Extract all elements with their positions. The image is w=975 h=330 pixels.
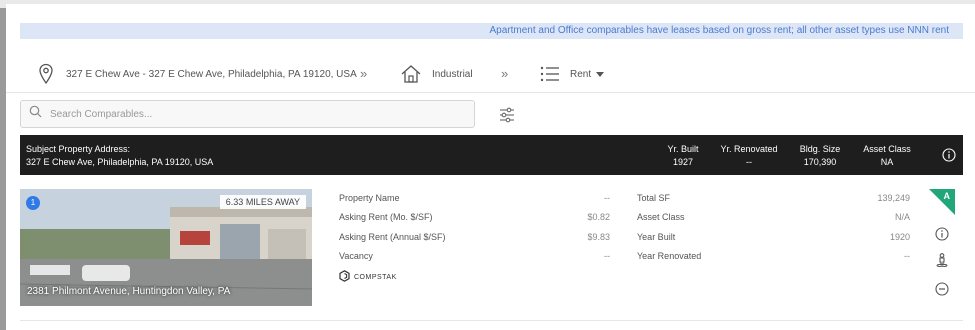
comparable-address: 2381 Philmont Avenue, Huntingdon Valley,…	[27, 286, 231, 297]
comparable-card[interactable]: 1 6.33 MILES AWAY 2381 Philmont Avenue, …	[20, 189, 963, 311]
field-label: Asking Rent (Annual $/SF)	[339, 232, 446, 242]
comparables-modal: Apartment and Office comparables have le…	[6, 4, 975, 330]
field-value: --	[604, 193, 610, 203]
subject-address-block: Subject Property Address: 327 E Chew Ave…	[26, 143, 213, 169]
field-value: $0.82	[587, 212, 610, 222]
remove-icon[interactable]	[935, 282, 949, 296]
field-value: --	[604, 251, 610, 261]
breadcrumb-address[interactable]: 327 E Chew Ave - 327 E Chew Ave, Philade…	[38, 59, 357, 89]
search-icon	[29, 105, 42, 123]
search-input[interactable]	[50, 108, 450, 120]
divider	[6, 92, 975, 93]
breadcrumb-separator: »	[501, 66, 509, 81]
field-label: Year Renovated	[637, 251, 702, 261]
filter-settings-icon[interactable]	[498, 106, 516, 124]
compstak-hex-icon	[339, 270, 350, 284]
grade-badge: A	[929, 189, 955, 215]
field-label: Total SF	[637, 193, 671, 203]
breadcrumb-address-label: 327 E Chew Ave - 327 E Chew Ave, Philade…	[66, 68, 357, 80]
field-value: --	[904, 251, 910, 261]
info-icon[interactable]	[935, 227, 949, 241]
breadcrumb-separator: »	[360, 66, 368, 81]
stat-value: NA	[880, 157, 894, 167]
rent-mode-label: Rent	[570, 68, 592, 80]
street-view-icon[interactable]	[935, 253, 949, 268]
field-label: Asset Class	[637, 212, 685, 222]
breadcrumb-property-type[interactable]: Industrial	[400, 59, 473, 89]
home-icon	[400, 64, 422, 84]
breadcrumb: 327 E Chew Ave - 327 E Chew Ave, Philade…	[20, 59, 963, 89]
field-value: 1920	[889, 232, 910, 242]
subject-heading: Subject Property Address:	[26, 144, 131, 154]
subject-stat-asset-class: Asset Class NA	[842, 143, 932, 169]
compstak-logo: COMPSTAK	[339, 270, 397, 284]
search-box	[20, 100, 475, 128]
info-icon[interactable]	[942, 148, 956, 162]
rent-mode-dropdown[interactable]: Rent	[540, 59, 605, 89]
grade-label: A	[943, 191, 951, 201]
field-label: Property Name	[339, 193, 400, 203]
list-icon	[540, 66, 560, 82]
field-value: N/A	[894, 212, 910, 222]
field-label: Year Built	[637, 232, 676, 242]
subject-address: 327 E Chew Ave, Philadelphia, PA 19120, …	[26, 157, 214, 167]
compstak-label: COMPSTAK	[354, 273, 397, 281]
field-label: Vacancy	[339, 251, 373, 261]
field-label: Asking Rent (Mo. $/SF)	[339, 212, 433, 222]
divider	[20, 320, 963, 321]
stat-label: Asset Class	[863, 144, 911, 154]
distance-badge: 6.33 MILES AWAY	[219, 195, 306, 209]
breadcrumb-property-type-label: Industrial	[432, 68, 473, 80]
field-value: 139,249	[877, 193, 910, 203]
location-pin-icon	[38, 63, 54, 85]
property-photo[interactable]: 1 6.33 MILES AWAY 2381 Philmont Avenue, …	[20, 189, 312, 306]
caret-down-icon	[596, 71, 605, 77]
field-value: $9.83	[587, 232, 610, 242]
comparable-index-badge: 1	[26, 196, 40, 210]
rent-basis-banner: Apartment and Office comparables have le…	[20, 23, 963, 39]
subject-property-bar: Subject Property Address: 327 E Chew Ave…	[20, 135, 963, 175]
